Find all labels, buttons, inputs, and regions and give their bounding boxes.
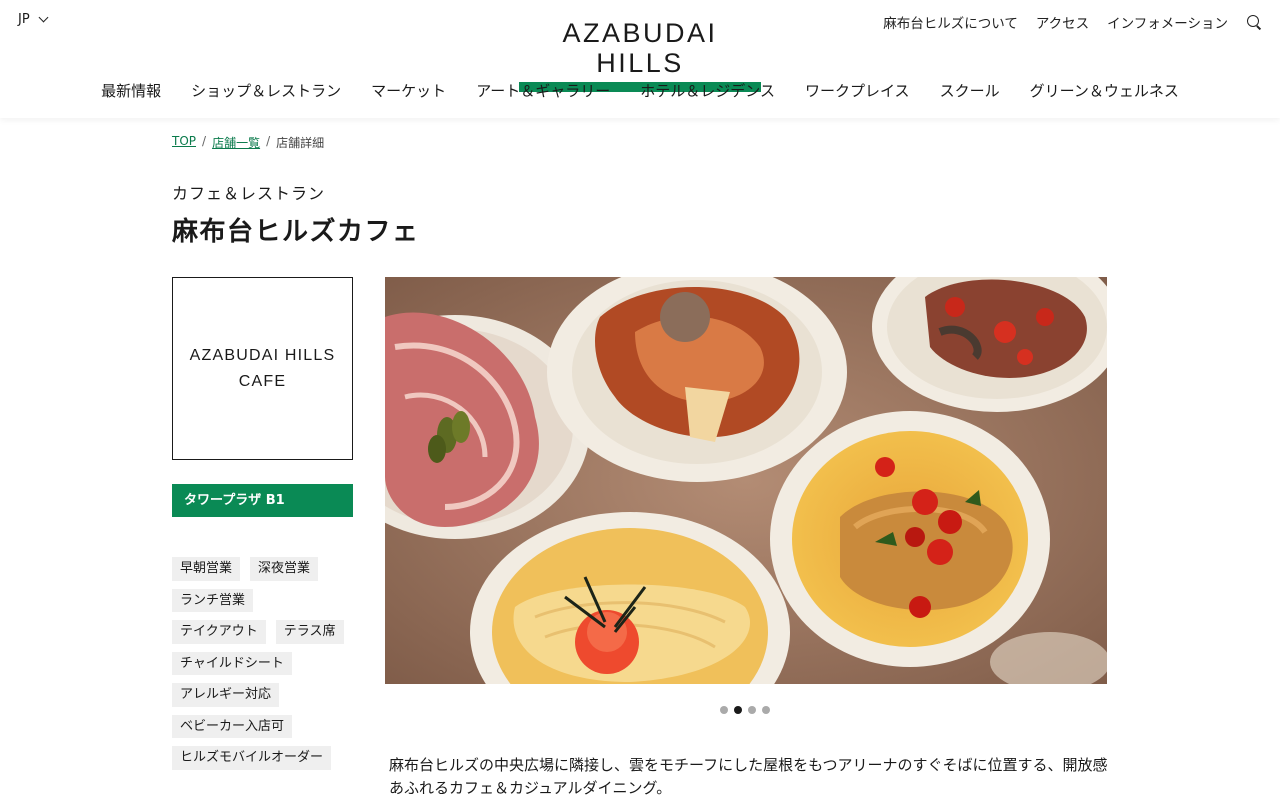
search-icon[interactable]: [1246, 14, 1262, 30]
shop-logo-line2: CAFE: [238, 372, 287, 390]
breadcrumb-separator: /: [266, 134, 271, 148]
breadcrumb-separator: /: [202, 134, 207, 148]
carousel-dot[interactable]: [748, 706, 756, 714]
tag-child-seat: チャイルドシート: [172, 651, 292, 675]
breadcrumb-top[interactable]: TOP: [172, 134, 196, 151]
language-label: JP: [18, 12, 30, 27]
tag-allergy: アレルギー対応: [172, 683, 280, 707]
information-link[interactable]: インフォメーション: [1107, 12, 1228, 32]
chevron-down-icon: [38, 12, 49, 23]
nav-market[interactable]: マーケット: [371, 80, 446, 101]
food-photo: [385, 277, 1107, 684]
carousel-dots: [720, 706, 770, 714]
shop-category: カフェ＆レストラン: [172, 184, 326, 203]
carousel-dot-active[interactable]: [734, 706, 742, 714]
tag-lunch: ランチ営業: [172, 588, 254, 612]
nav-hotel-residence[interactable]: ホテル＆レジデンス: [640, 80, 775, 101]
logo-text: AZABUDAI HILLS: [562, 18, 718, 78]
hero-image[interactable]: [385, 277, 1107, 684]
access-link[interactable]: アクセス: [1036, 12, 1089, 32]
nav-art-gallery[interactable]: アート＆ギャラリー: [476, 80, 610, 101]
nav-workplace[interactable]: ワークプレイス: [805, 80, 910, 101]
tag-early-morning: 早朝営業: [172, 557, 241, 581]
tag-stroller: ベビーカー入店可: [172, 714, 293, 738]
nav-news[interactable]: 最新情報: [101, 80, 161, 101]
tag-late-night: 深夜営業: [250, 557, 319, 581]
nav-green-wellness[interactable]: グリーン＆ウェルネス: [1030, 80, 1179, 101]
carousel-dot[interactable]: [720, 706, 728, 714]
nav-shop-restaurant[interactable]: ショップ＆レストラン: [191, 80, 341, 101]
site-header: JP AZABUDAI HILLS 麻布台ヒルズについて アクセス インフォメー…: [0, 0, 1280, 118]
utility-nav: 麻布台ヒルズについて アクセス インフォメーション: [883, 12, 1262, 32]
breadcrumb-current: 店舗詳細: [276, 136, 325, 150]
breadcrumb-shop-list[interactable]: 店舗一覧: [212, 134, 260, 151]
shop-logo-line1: AZABUDAI HILLS: [189, 346, 336, 364]
tag-mobile-order: ヒルズモバイルオーダー: [172, 746, 332, 770]
language-selector[interactable]: JP: [18, 12, 49, 27]
page-title: 麻布台ヒルズカフェ: [172, 217, 420, 247]
floor-location-button[interactable]: タワープラザ B1: [172, 484, 353, 517]
carousel-dot[interactable]: [762, 706, 770, 714]
feature-tags: 早朝営業 深夜営業 ランチ営業 テイクアウト テラス席 チャイルドシート アレル…: [172, 557, 352, 770]
about-link[interactable]: 麻布台ヒルズについて: [883, 12, 1018, 32]
breadcrumb: TOP / 店舗一覧 / 店舗詳細: [172, 134, 324, 151]
shop-logo: AZABUDAI HILLS CAFE: [172, 277, 353, 460]
shop-description: 麻布台ヒルズの中央広場に隣接し、雲をモチーフにした屋根をもつアリーナのすぐそばに…: [389, 756, 1108, 797]
tag-takeout: テイクアウト: [172, 620, 266, 644]
global-nav: 最新情報 ショップ＆レストラン マーケット アート＆ギャラリー ホテル＆レジデン…: [0, 80, 1280, 101]
nav-school[interactable]: スクール: [940, 80, 1000, 101]
tag-terrace: テラス席: [275, 620, 344, 644]
